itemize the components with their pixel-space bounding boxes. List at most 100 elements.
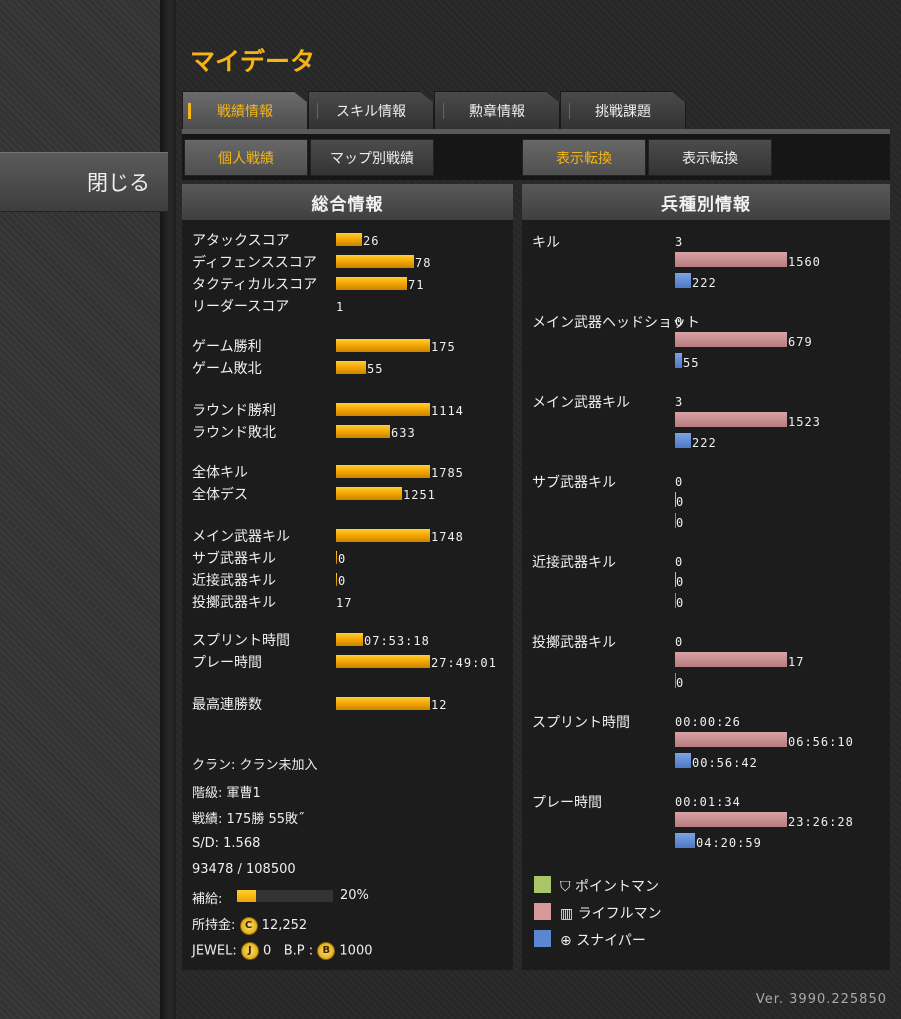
subtab-by-map[interactable]: マップ別戦績 — [310, 139, 434, 176]
legend-swatch-rifleman — [534, 903, 551, 920]
overall-row-label: 最高連勝数 — [192, 697, 262, 713]
overall-row-label: タクティカルスコア — [192, 277, 318, 293]
overall-row-label: 近接武器キル — [192, 573, 276, 589]
subtab-personal[interactable]: 個人戦績 — [184, 139, 308, 176]
sniper-bar — [675, 833, 695, 848]
pointman-icon: ⛉ — [560, 879, 571, 895]
clan-info: クラン: クラン未加入 — [192, 758, 318, 773]
class-group-label: スプリント時間 — [532, 715, 630, 731]
legend-label: ライフルマン — [577, 906, 662, 922]
close-button[interactable]: 閉じる — [0, 152, 168, 212]
rifleman-bar — [675, 412, 787, 427]
overall-row-label: スプリント時間 — [192, 633, 290, 649]
overall-row-bar — [336, 233, 362, 246]
sniper-value: 0 — [676, 596, 685, 610]
toggle-display-1[interactable]: 表示転換 — [522, 139, 646, 176]
overall-row-bar — [336, 551, 337, 564]
exp-info: 93478 / 108500 — [192, 862, 296, 877]
legend-swatch-pointman — [534, 876, 551, 893]
overall-row-bar — [336, 633, 363, 646]
money-label: 所持金: — [192, 918, 236, 933]
overall-row-bar — [336, 339, 430, 352]
class-group-label: メイン武器キル — [532, 395, 630, 411]
overall-row-value: 12 — [431, 698, 448, 712]
rifleman-icon: ▥ — [560, 906, 574, 922]
legend-item-rifleman: ▥ ライフルマン — [560, 903, 662, 923]
overall-row-value: 0 — [338, 552, 347, 566]
tab-challenge[interactable]: 挑戦課題 — [560, 91, 686, 131]
overall-row-value: 07:53:18 — [364, 634, 430, 648]
sniper-value: 222 — [692, 436, 717, 450]
overall-row-bar — [336, 465, 430, 478]
overall-row-value: 1748 — [431, 530, 464, 544]
overall-row-label: メイン武器キル — [192, 529, 290, 545]
overall-row-value: 1251 — [403, 488, 436, 502]
class-group-label: 投擲武器キル — [532, 635, 616, 651]
rifleman-bar — [675, 252, 787, 267]
rifleman-bar — [675, 732, 787, 747]
rifleman-value: 23:26:28 — [788, 815, 854, 829]
coin-j-icon: J — [240, 942, 259, 960]
sd-info: S/D: 1.568 — [192, 836, 261, 851]
money-row: 所持金: C 12,252 — [192, 914, 307, 935]
sniper-value: 0 — [676, 676, 685, 690]
overall-row-bar — [336, 277, 407, 290]
record-info: 戦績: 175勝 55敗˝ — [192, 812, 305, 827]
class-header: 兵種別情報 — [522, 184, 890, 220]
class-panel: 兵種別情報 キル 3 1560 222 メイン武器ヘッドショット 0 679 55 メイン武器キ… — [522, 184, 890, 970]
overall-row-label: 全体デス — [192, 487, 248, 503]
pointman-value: 00:01:34 — [675, 795, 741, 809]
overall-row-label: 投擲武器キル — [192, 595, 276, 611]
sniper-bar — [675, 353, 682, 368]
overall-row-bar — [336, 425, 390, 438]
overall-row-value: 175 — [431, 340, 456, 354]
overall-row-bar — [336, 255, 414, 268]
pointman-value: 0 — [675, 475, 684, 489]
sniper-value: 222 — [692, 276, 717, 290]
tab-battle-record[interactable]: 戦績情報 — [182, 91, 308, 131]
rifleman-value: 0 — [676, 495, 685, 509]
supply-fill — [237, 890, 257, 902]
toggle-display-2[interactable]: 表示転換 — [648, 139, 772, 176]
sniper-value: 0 — [676, 516, 685, 530]
page-title: マイデータ — [190, 47, 316, 76]
legend-item-sniper: ⊕ スナイパー — [560, 930, 646, 950]
overall-row-bar — [336, 573, 337, 586]
overall-row-bar — [336, 655, 430, 668]
supply-track — [237, 890, 333, 902]
overall-row-bar — [336, 487, 402, 500]
subtab-toolbar: 個人戦績 マップ別戦績 表示転換 表示転換 — [182, 134, 890, 180]
overall-row-label: サブ武器キル — [192, 551, 276, 567]
sniper-value: 55 — [683, 356, 700, 370]
rifleman-value: 0 — [676, 575, 685, 589]
pointman-value: 00:00:26 — [675, 715, 741, 729]
sniper-bar — [675, 273, 691, 288]
rifleman-bar — [675, 652, 787, 667]
rifleman-value: 1523 — [788, 415, 821, 429]
rifleman-value: 679 — [788, 335, 813, 349]
pointman-value: 3 — [675, 235, 684, 249]
sniper-icon: ⊕ — [560, 933, 572, 949]
overall-row-value: 0 — [338, 574, 347, 588]
overall-row-value: 78 — [415, 256, 432, 270]
jewel-value: 0 — [263, 943, 272, 959]
overall-row-value: 1 — [336, 300, 345, 314]
rank-info: 階級: 軍曹1 — [192, 786, 261, 801]
supply-label: 補給: — [192, 892, 223, 907]
sniper-bar — [675, 433, 691, 448]
overall-row-value: 633 — [391, 426, 416, 440]
overall-row-label: ラウンド勝利 — [192, 403, 276, 419]
rifleman-bar — [675, 812, 787, 827]
sniper-bar — [675, 753, 691, 768]
overall-row-value: 1114 — [431, 404, 464, 418]
legend-swatch-sniper — [534, 930, 551, 947]
tab-skill[interactable]: スキル情報 — [308, 91, 434, 131]
overall-row-bar — [336, 361, 366, 374]
overall-row-value: 1785 — [431, 466, 464, 480]
jewel-row: JEWEL: J 0 B.P : B 1000 — [192, 942, 373, 960]
overall-row-bar — [336, 529, 430, 542]
overall-row-bar — [336, 697, 430, 710]
legend-item-pointman: ⛉ ポイントマン — [560, 876, 659, 896]
overall-row-label: ゲーム敗北 — [192, 361, 262, 377]
tab-medal[interactable]: 勲章情報 — [434, 91, 560, 131]
